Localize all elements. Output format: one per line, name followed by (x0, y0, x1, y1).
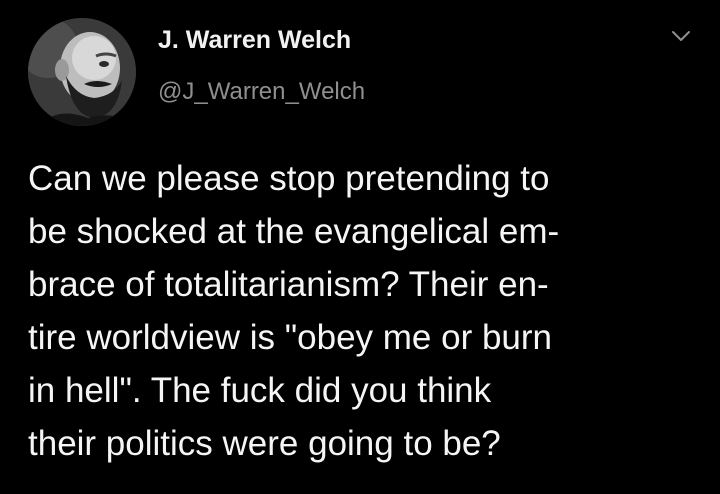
tweet-text-line: Can we please stop pretending to (28, 159, 550, 198)
author-display-name[interactable]: J. Warren Welch (158, 26, 351, 55)
tweet-text-line: brace of totalitarianism? Their en- (28, 265, 549, 304)
tweet-text: Can we please stop pretending to be shoc… (28, 152, 708, 470)
tweet-text-line: be shocked at the evangelical em- (28, 212, 560, 251)
tweet-text-line: tire worldview is "obey me or burn (28, 318, 553, 357)
chevron-down-icon[interactable] (670, 28, 692, 44)
avatar[interactable] (28, 18, 136, 126)
tweet-text-line: their politics were going to be? (28, 424, 501, 463)
tweet-card: J. Warren Welch @J_Warren_Welch Can we p… (0, 0, 720, 494)
tweet-text-line: in hell". The fuck did you think (28, 371, 492, 410)
avatar-photo (28, 18, 136, 126)
author-handle[interactable]: @J_Warren_Welch (158, 78, 365, 106)
